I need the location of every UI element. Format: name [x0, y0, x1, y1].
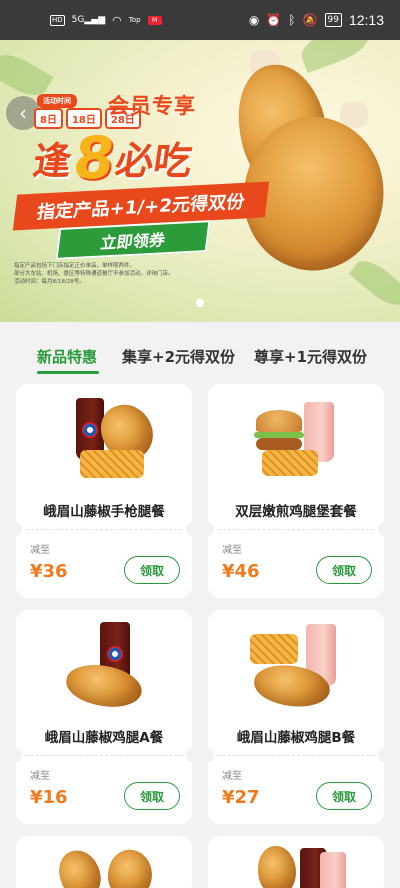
promo-time-badge: 活动时间 — [37, 94, 77, 108]
network-type: 5G — [71, 15, 85, 25]
product-price: ¥27 — [222, 787, 260, 808]
price-label: 减至 — [30, 545, 50, 556]
drink-cup-image — [320, 852, 346, 888]
headline-eight: 8 — [69, 123, 120, 192]
price-label: 减至 — [222, 545, 242, 556]
drumstick-image — [258, 846, 296, 888]
headline-bichi: 必吃 — [112, 139, 195, 183]
clock: 12:13 — [348, 12, 384, 28]
status-bar: HD 5G▂▄▆ ◠ Top M ◉ ⏰ ᛒ 🔕 99 12:13 — [0, 0, 400, 40]
fineprint-line: 活动时间：每月8/18/28号。 — [14, 279, 85, 285]
product-price: ¥36 — [30, 561, 68, 582]
claim-button[interactable]: 领取 — [316, 782, 372, 810]
card-divider — [26, 529, 182, 530]
category-tabs: 新品特惠 集享+2元得双份 尊享+1元得双份 — [0, 322, 400, 384]
hd-icon: HD — [50, 14, 65, 26]
tab-collect-plus2[interactable]: 集享+2元得双份 — [122, 346, 235, 367]
claim-button[interactable]: 领取 — [124, 556, 180, 584]
mute-icon: 🔕 — [302, 13, 318, 27]
product-card[interactable]: 峨眉山藤椒手枪腿餐 减至 ¥36 领取 — [16, 384, 192, 598]
product-card[interactable]: 双层嫩煎鸡腿堡套餐 减至 ¥46 领取 — [208, 384, 384, 598]
card-divider — [218, 755, 374, 756]
price-label: 减至 — [30, 771, 50, 782]
drumstick-image — [103, 845, 157, 888]
claim-coupon-button[interactable]: 立即领券 — [55, 220, 211, 260]
card-divider — [26, 755, 182, 756]
signal-icon: 5G▂▄▆ — [71, 15, 106, 25]
product-card[interactable]: 峨眉山藤椒鸡腿A餐 减至 ¥16 领取 — [16, 610, 192, 824]
fries-image — [250, 634, 298, 664]
product-card[interactable] — [208, 836, 384, 888]
eye-icon: ◉ — [248, 13, 260, 27]
card-notch — [378, 748, 384, 762]
tab-premium-plus1[interactable]: 尊享+1元得双份 — [254, 346, 367, 367]
status-left: HD 5G▂▄▆ ◠ Top M — [50, 14, 162, 27]
leaf-decoration — [296, 40, 374, 74]
carousel-indicator[interactable] — [196, 299, 204, 307]
net-label: Top — [128, 16, 141, 24]
product-image — [16, 384, 192, 494]
leaf-decoration — [348, 253, 400, 313]
fries-image — [80, 450, 144, 478]
bluetooth-icon: ᛒ — [288, 13, 296, 27]
card-notch — [208, 748, 214, 762]
active-tab-indicator — [37, 371, 99, 374]
product-image — [16, 610, 192, 720]
promo-date: 8日 — [34, 108, 63, 129]
headline-feng: 逢 — [30, 139, 75, 183]
status-right: ◉ ⏰ ᛒ 🔕 99 12:13 — [249, 12, 384, 28]
promo-fineprint: 指定产品包括下门店指定正价单品，单样限两件。 部分大车站、机场、景区等特殊通道餐… — [14, 262, 204, 286]
drumstick-image — [63, 660, 145, 712]
product-name: 峨眉山藤椒鸡腿B餐 — [236, 730, 356, 746]
product-name: 峨眉山藤椒手枪腿餐 — [43, 504, 165, 520]
product-card[interactable] — [16, 836, 192, 888]
notification-app-icon: M — [147, 15, 162, 25]
claim-button[interactable]: 领取 — [316, 556, 372, 584]
claim-button[interactable]: 领取 — [124, 782, 180, 810]
alarm-icon: ⏰ — [266, 13, 282, 27]
product-image — [208, 384, 384, 494]
product-card[interactable]: 峨眉山藤椒鸡腿B餐 减至 ¥27 领取 — [208, 610, 384, 824]
drumstick-image — [54, 845, 106, 888]
offers-panel: 新品特惠 集享+2元得双份 尊享+1元得双份 峨眉山藤椒手枪腿餐 减至 ¥36 … — [0, 322, 400, 888]
burger-image — [256, 410, 302, 432]
burger-patty — [256, 438, 302, 450]
card-notch — [16, 748, 22, 762]
card-divider — [218, 529, 374, 530]
headline: 逢 8 必吃 — [30, 123, 196, 192]
card-notch — [16, 522, 22, 536]
fineprint-line: 指定产品包括下门店指定正价单品，单样限两件。 — [14, 263, 136, 269]
product-name: 双层嫩煎鸡腿堡套餐 — [235, 504, 357, 520]
fineprint-line: 部分大车站、机场、景区等特殊通道餐厅不参加活动，详询门店。 — [14, 271, 174, 277]
product-name: 峨眉山藤椒鸡腿A餐 — [44, 730, 164, 746]
price-label: 减至 — [222, 771, 242, 782]
pepsi-logo-icon — [107, 646, 123, 662]
member-exclusive-title: 会员专享 — [108, 94, 196, 118]
product-image — [208, 610, 384, 720]
fries-image — [262, 450, 318, 476]
card-notch — [208, 522, 214, 536]
tab-new-specials[interactable]: 新品特惠 — [37, 346, 97, 367]
card-notch — [186, 748, 192, 762]
product-price: ¥16 — [30, 787, 68, 808]
card-notch — [186, 522, 192, 536]
wifi-icon: ◠ — [112, 13, 122, 27]
product-price: ¥46 — [222, 561, 260, 582]
card-notch — [378, 522, 384, 536]
battery-icon: 99 — [324, 13, 342, 27]
promo-banner[interactable]: ‹ 活动时间 8日 18日 28日 会员专享 逢 8 必吃 指定产品+1/+2元… — [0, 40, 400, 322]
pepsi-logo-icon — [82, 422, 98, 438]
